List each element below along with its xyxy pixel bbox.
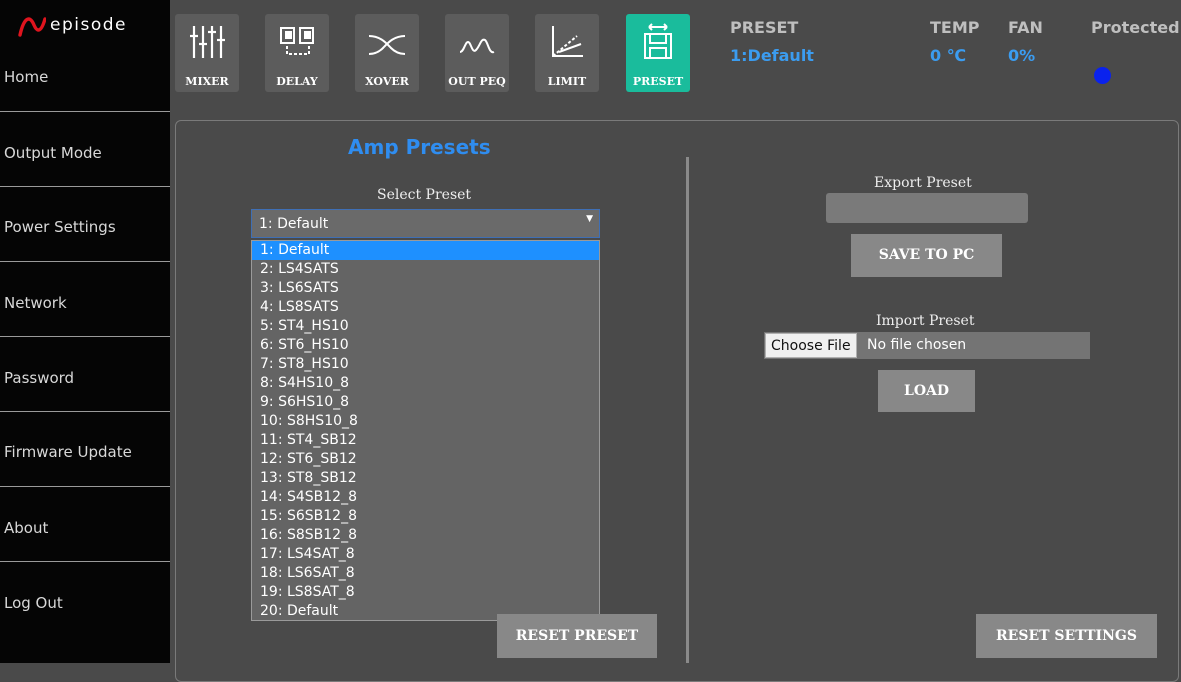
delay-icon	[280, 27, 314, 55]
dropdown-arrow-icon: ▼	[586, 214, 593, 224]
sidebar-item-about[interactable]: About	[0, 519, 170, 537]
tool-delay-button[interactable]: DELAY	[265, 14, 329, 92]
tool-label: OUT PEQ	[448, 75, 506, 88]
status-protected-header: Protected	[1091, 18, 1180, 37]
tool-mixer-button[interactable]: MIXER	[175, 14, 239, 92]
reset-preset-button[interactable]: RESET PRESET	[497, 614, 657, 658]
preset-option[interactable]: 5: ST4_HS10	[252, 317, 599, 336]
preset-option[interactable]: 8: S4HS10_8	[252, 374, 599, 393]
nav-divider	[0, 561, 170, 562]
import-preset-label: Import Preset	[876, 313, 975, 329]
preset-option[interactable]: 1: Default	[252, 241, 599, 260]
tool-xover-button[interactable]: XOVER	[355, 14, 419, 92]
status-fan-header: FAN	[1008, 18, 1043, 37]
reset-settings-button[interactable]: RESET SETTINGS	[976, 614, 1157, 658]
preset-option[interactable]: 9: S6HS10_8	[252, 393, 599, 412]
xover-icon	[368, 35, 406, 55]
preset-option[interactable]: 18: LS6SAT_8	[252, 564, 599, 583]
save-to-pc-button[interactable]: SAVE TO PC	[851, 234, 1002, 277]
panel-divider	[686, 157, 689, 663]
preset-option[interactable]: 15: S6SB12_8	[252, 507, 599, 526]
preset-dropdown-list[interactable]: 1: Default 2: LS4SATS 3: LS6SATS 4: LS8SATS…	[251, 240, 600, 621]
file-input[interactable]: Choose File No file chosen	[764, 332, 1090, 359]
select-preset-label: Select Preset	[377, 187, 472, 203]
status-temp-value: 0 ℃	[930, 46, 967, 65]
sidebar-item-network[interactable]: Network	[0, 294, 170, 312]
load-button[interactable]: LOAD	[878, 370, 975, 412]
logo-wave-icon	[18, 17, 46, 37]
preset-select-value: 1: Default	[259, 216, 329, 232]
preset-option[interactable]: 12: ST6_SB12	[252, 450, 599, 469]
nav-divider	[0, 336, 170, 337]
nav-divider	[0, 186, 170, 187]
file-status-text: No file chosen	[867, 337, 967, 353]
tool-limit-button[interactable]: LIMIT	[535, 14, 599, 92]
protected-indicator	[1094, 67, 1111, 84]
preset-option[interactable]: 16: S8SB12_8	[252, 526, 599, 545]
status-preset-header: PRESET	[730, 18, 799, 37]
sidebar-item-output-mode[interactable]: Output Mode	[0, 144, 170, 162]
preset-option[interactable]: 14: S4SB12_8	[252, 488, 599, 507]
tool-label: MIXER	[185, 75, 229, 88]
brand-name: episode	[50, 15, 127, 35]
page-title: Amp Presets	[348, 135, 491, 159]
preset-option[interactable]: 17: LS4SAT_8	[252, 545, 599, 564]
preset-option[interactable]: 3: LS6SATS	[252, 279, 599, 298]
preset-option[interactable]: 6: ST6_HS10	[252, 336, 599, 355]
sidebar-item-home[interactable]: Home	[0, 68, 170, 86]
sidebar-item-power-settings[interactable]: Power Settings	[0, 218, 170, 236]
status-fan-value: 0%	[1008, 46, 1036, 65]
preset-option[interactable]: 2: LS4SATS	[252, 260, 599, 279]
status-temp-header: TEMP	[930, 18, 980, 37]
tool-out-peq-button[interactable]: OUT PEQ	[445, 14, 509, 92]
tool-label: PRESET	[632, 75, 684, 88]
tool-label: DELAY	[276, 75, 318, 88]
sidebar-item-password[interactable]: Password	[0, 369, 170, 387]
nav-divider	[0, 261, 170, 262]
preset-option[interactable]: 13: ST8_SB12	[252, 469, 599, 488]
nav-divider	[0, 486, 170, 487]
preset-option[interactable]: 7: ST8_HS10	[252, 355, 599, 374]
sidebar-item-log-out[interactable]: Log Out	[0, 594, 170, 612]
peq-icon	[459, 38, 495, 54]
tool-label: LIMIT	[547, 75, 587, 88]
sidebar: episode	[0, 0, 170, 663]
status-preset-value: 1:Default	[730, 46, 814, 65]
brand-logo: episode	[18, 10, 127, 40]
choose-file-button[interactable]: Choose File	[765, 333, 857, 358]
nav-divider	[0, 111, 170, 112]
preset-option[interactable]: 11: ST4_SB12	[252, 431, 599, 450]
export-preset-label: Export Preset	[874, 175, 972, 191]
sidebar-item-firmware-update[interactable]: Firmware Update	[0, 443, 170, 461]
tool-label: XOVER	[365, 75, 409, 88]
tool-preset-button[interactable]: PRESET	[626, 14, 690, 92]
preset-option[interactable]: 10: S8HS10_8	[252, 412, 599, 431]
limit-icon	[552, 26, 583, 57]
preset-icon	[644, 23, 672, 59]
preset-select[interactable]: 1: Default ▼	[251, 209, 600, 238]
preset-option[interactable]: 19: LS8SAT_8	[252, 583, 599, 602]
export-preset-input[interactable]	[826, 193, 1028, 223]
mixer-icon	[190, 26, 225, 58]
nav-divider	[0, 411, 170, 412]
preset-option[interactable]: 4: LS8SATS	[252, 298, 599, 317]
